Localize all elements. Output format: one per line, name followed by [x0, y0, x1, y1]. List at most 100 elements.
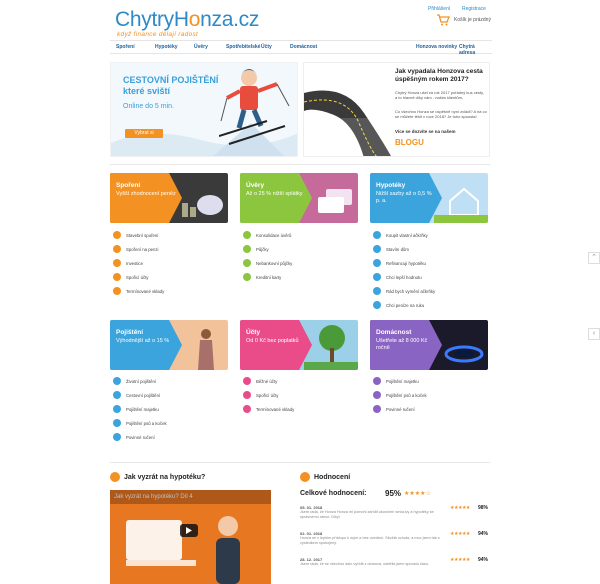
- build-icon: [373, 245, 381, 253]
- review-item: 02. 01. 2018 Honza mi v lepším přístupu …: [300, 531, 489, 545]
- banner-button[interactable]: Vybrat si: [125, 129, 163, 138]
- clock-icon: [243, 405, 251, 413]
- list-item[interactable]: Stavím dům: [373, 245, 409, 253]
- card-domacnost[interactable]: Domácnost Ušetřete až 8 000 Kč ročně: [370, 320, 488, 370]
- heart-icon: [113, 377, 121, 385]
- penzion-icon: [113, 245, 121, 253]
- list-item[interactable]: Koupit vlastní ačkrňky: [373, 231, 428, 239]
- swap-icon: [373, 287, 381, 295]
- banner-title-2: které sviští: [123, 86, 171, 96]
- play-icon: [110, 472, 120, 482]
- card-title: Domácnost: [376, 329, 412, 336]
- overall-stars-icon: ★★★★☆: [404, 491, 431, 497]
- card-subtitle: Od 0 Kč bez poplatků: [246, 338, 299, 344]
- list-item[interactable]: Pojištění majetku: [113, 405, 159, 413]
- card-pojisteni[interactable]: Pojištění Výhodnější až o 15 %: [110, 320, 228, 370]
- list-item[interactable]: Povinné ručení: [373, 405, 415, 413]
- card-subtitle: Nižší sazby až o 0,5 % p. a.: [376, 191, 432, 204]
- cards-image: [318, 189, 352, 213]
- skier-illustration: [219, 69, 290, 145]
- nav-item-novinky[interactable]: Honzova novinky: [416, 44, 457, 50]
- card-subtitle: Ušetřete až 8 000 Kč ročně: [376, 338, 428, 351]
- video-thumbnail: [110, 490, 271, 584]
- list-item[interactable]: Rád bych vymění ačkrňky: [373, 287, 435, 295]
- list-item[interactable]: Refinancuji hypotéku: [373, 259, 426, 267]
- overall-label: Celkové hodnocení:: [300, 490, 367, 497]
- blog-desc-1: Chytrý Honza ušel za rok 2017 pořádný ku…: [395, 90, 484, 100]
- home-icon: [373, 377, 381, 385]
- list-item[interactable]: Termínované vklady: [243, 405, 294, 413]
- card-title: Spoření: [116, 182, 141, 189]
- star-icon: [300, 472, 310, 482]
- list-item[interactable]: Nebankovní půjčky: [243, 259, 292, 267]
- list-item[interactable]: Povinné ručení: [113, 433, 155, 441]
- list-item[interactable]: Spořicí účty: [243, 391, 278, 399]
- nav-item-hypoteky[interactable]: Hypotéky: [155, 44, 178, 50]
- merge-icon: [243, 231, 251, 239]
- list-item[interactable]: Kreditní karty: [243, 273, 281, 281]
- card-sporeni[interactable]: Spoření Vyšší zhodnocení peněz: [110, 173, 228, 223]
- list-item[interactable]: Pojištění psů a koček: [373, 391, 427, 399]
- list-item[interactable]: Pojištění majetku: [373, 377, 419, 385]
- site-logo[interactable]: ChytryHonza.cz: [115, 8, 259, 32]
- list-item[interactable]: Stavební spoření: [113, 231, 159, 239]
- list-item[interactable]: Půjčky: [243, 245, 269, 253]
- blog-link[interactable]: BLOGU: [395, 138, 424, 147]
- card-ucty[interactable]: Účty Od 0 Kč bez poplatků: [240, 320, 358, 370]
- rating-stars-icon: ★★★★★: [450, 505, 470, 511]
- scroll-up-icon[interactable]: ⌃: [588, 252, 600, 264]
- list-item[interactable]: Chci lepší hodnotu: [373, 273, 422, 281]
- list-item[interactable]: Běžné účty: [243, 377, 277, 385]
- prev-arrow-icon[interactable]: ‹: [588, 328, 600, 340]
- house-icon: [113, 231, 121, 239]
- video-player[interactable]: Jak vyzrát na hypotéku? Díl 4: [110, 490, 271, 584]
- rating-stars-icon: ★★★★★: [450, 557, 470, 563]
- list-item[interactable]: Cestovní pojištění: [113, 391, 160, 399]
- tagline: když finance dělají radost: [117, 31, 199, 38]
- cash-icon: [373, 301, 381, 309]
- list-item[interactable]: Pojištění psů a koček: [113, 419, 167, 427]
- house-image: [434, 187, 488, 223]
- blog-more: Více se dozvíte se na našem: [395, 129, 456, 134]
- list-item[interactable]: Chci peníze na ruku: [373, 301, 424, 309]
- card-title: Úvěry: [246, 182, 265, 189]
- nav-item-spotrebitelske[interactable]: Spotřebitelské: [226, 44, 260, 50]
- blog-title: Jak vypadala Honzova cesta úspěšným roke…: [395, 68, 483, 83]
- card-title: Pojištění: [116, 329, 144, 336]
- piggy-bank-image: [182, 195, 223, 217]
- card-subtitle: Vyšší zhodnocení peněz: [116, 191, 176, 197]
- chart-icon: [113, 259, 121, 267]
- refresh-icon: [373, 259, 381, 267]
- card-uvery[interactable]: Úvěry Až o 25 % nižší splátky: [240, 173, 358, 223]
- paw-icon: [113, 419, 121, 427]
- main-nav: Spoření Hypotéky Úvěry Spotřebitelské Úč…: [110, 40, 492, 56]
- percent-icon: [373, 273, 381, 281]
- list-item[interactable]: Životní pojištění: [113, 377, 156, 385]
- login-link[interactable]: Přihlášení: [428, 6, 450, 12]
- list-item[interactable]: Termínované vklady: [113, 287, 164, 295]
- register-link[interactable]: Registrace: [462, 6, 486, 12]
- blog-box[interactable]: Jak vypadala Honzova cesta úspěšným roke…: [303, 62, 490, 157]
- list-item[interactable]: Konsolidace úvěrů: [243, 231, 291, 239]
- list-item[interactable]: Spořicí účty: [113, 273, 148, 281]
- key-icon: [373, 231, 381, 239]
- review-item: 28. 12. 2017 Jsem ráda, že se všechno da…: [300, 557, 489, 566]
- blog-desc-2: Co všechno Honza se úspěšně nyní zvládl?…: [395, 109, 487, 119]
- card-hypoteky[interactable]: Hypotéky Nižší sazby až o 0,5 % p. a.: [370, 173, 488, 223]
- cart[interactable]: Košík je prázdný: [436, 14, 491, 26]
- nav-item-ucty[interactable]: Účty: [261, 44, 272, 50]
- nav-item-domacnost[interactable]: Domácnost: [290, 44, 317, 50]
- piggy-icon: [113, 273, 121, 281]
- banner-promo: Online do 5 min.: [123, 103, 174, 110]
- list-item[interactable]: Spoření na penzi: [113, 245, 159, 253]
- nav-item-sporeni[interactable]: Spoření: [116, 44, 135, 50]
- list-item[interactable]: Investice: [113, 259, 143, 267]
- nav-item-adresa[interactable]: Chytrá adresa: [459, 44, 492, 56]
- card-title: Účty: [246, 329, 261, 336]
- travel-insurance-banner[interactable]: CESTOVNÍ POJIŠTĚNÍ které sviští Online d…: [110, 62, 298, 157]
- review-item: 05. 01. 2018 Jsem ráda, že Honza Honza m…: [300, 505, 489, 519]
- plane-icon: [113, 391, 121, 399]
- rating-stars-icon: ★★★★★: [450, 531, 470, 537]
- nav-item-uvery[interactable]: Úvěry: [194, 44, 208, 50]
- road-image: [304, 90, 392, 156]
